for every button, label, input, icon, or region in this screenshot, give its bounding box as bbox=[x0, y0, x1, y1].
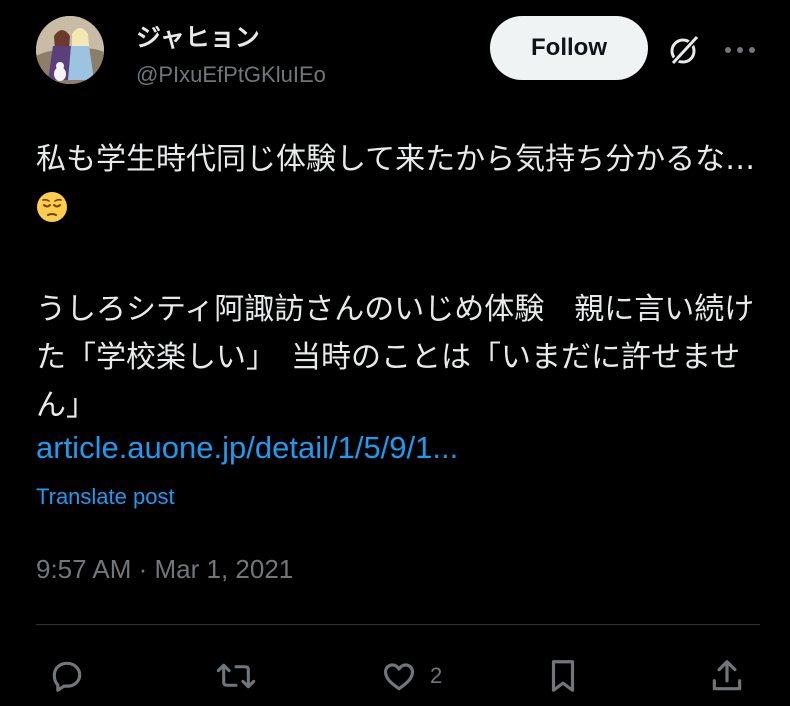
translate-post-link[interactable]: Translate post bbox=[36, 484, 175, 510]
like-count: 2 bbox=[430, 663, 443, 688]
user-handle[interactable]: @PIxuEfPtGKluIEo bbox=[136, 62, 326, 88]
share-button[interactable] bbox=[708, 656, 746, 696]
grok-icon[interactable] bbox=[666, 32, 702, 68]
reply-button[interactable] bbox=[48, 656, 86, 696]
tweet-paragraph: 私も学生時代同じ体験して来たから気持ち分かるな… bbox=[36, 136, 766, 238]
avatar[interactable] bbox=[36, 16, 104, 84]
pensive-face-icon bbox=[36, 190, 68, 238]
article-link[interactable]: article.auone.jp/detail/1/5/9/1... bbox=[36, 424, 458, 472]
more-options-icon[interactable] bbox=[722, 36, 758, 64]
like-icon bbox=[383, 663, 415, 691]
retweet-icon bbox=[216, 663, 256, 689]
retweet-button[interactable] bbox=[216, 656, 256, 696]
tweet-text: 私も学生時代同じ体験して来たから気持ち分かるな… うしろシティ阿諏訪さんのいじめ… bbox=[36, 136, 766, 430]
display-name[interactable]: ジャヒョン bbox=[136, 18, 260, 54]
tweet-paragraph: うしろシティ阿諏訪さんのいじめ体験 親に言い続けた「学校楽しい」 当時のことは「… bbox=[36, 292, 755, 423]
tweet-paragraph-text: 私も学生時代同じ体験して来たから気持ち分かるな… bbox=[36, 142, 756, 177]
bookmark-button[interactable] bbox=[544, 656, 582, 696]
like-button[interactable]: 2 bbox=[380, 656, 442, 696]
share-icon bbox=[712, 660, 742, 691]
bookmark-icon bbox=[551, 660, 575, 692]
follow-button[interactable]: Follow bbox=[490, 16, 648, 80]
post-timestamp[interactable]: 9:57 AM · Mar 1, 2021 bbox=[36, 554, 293, 585]
reply-icon bbox=[52, 661, 82, 692]
divider bbox=[36, 624, 760, 625]
